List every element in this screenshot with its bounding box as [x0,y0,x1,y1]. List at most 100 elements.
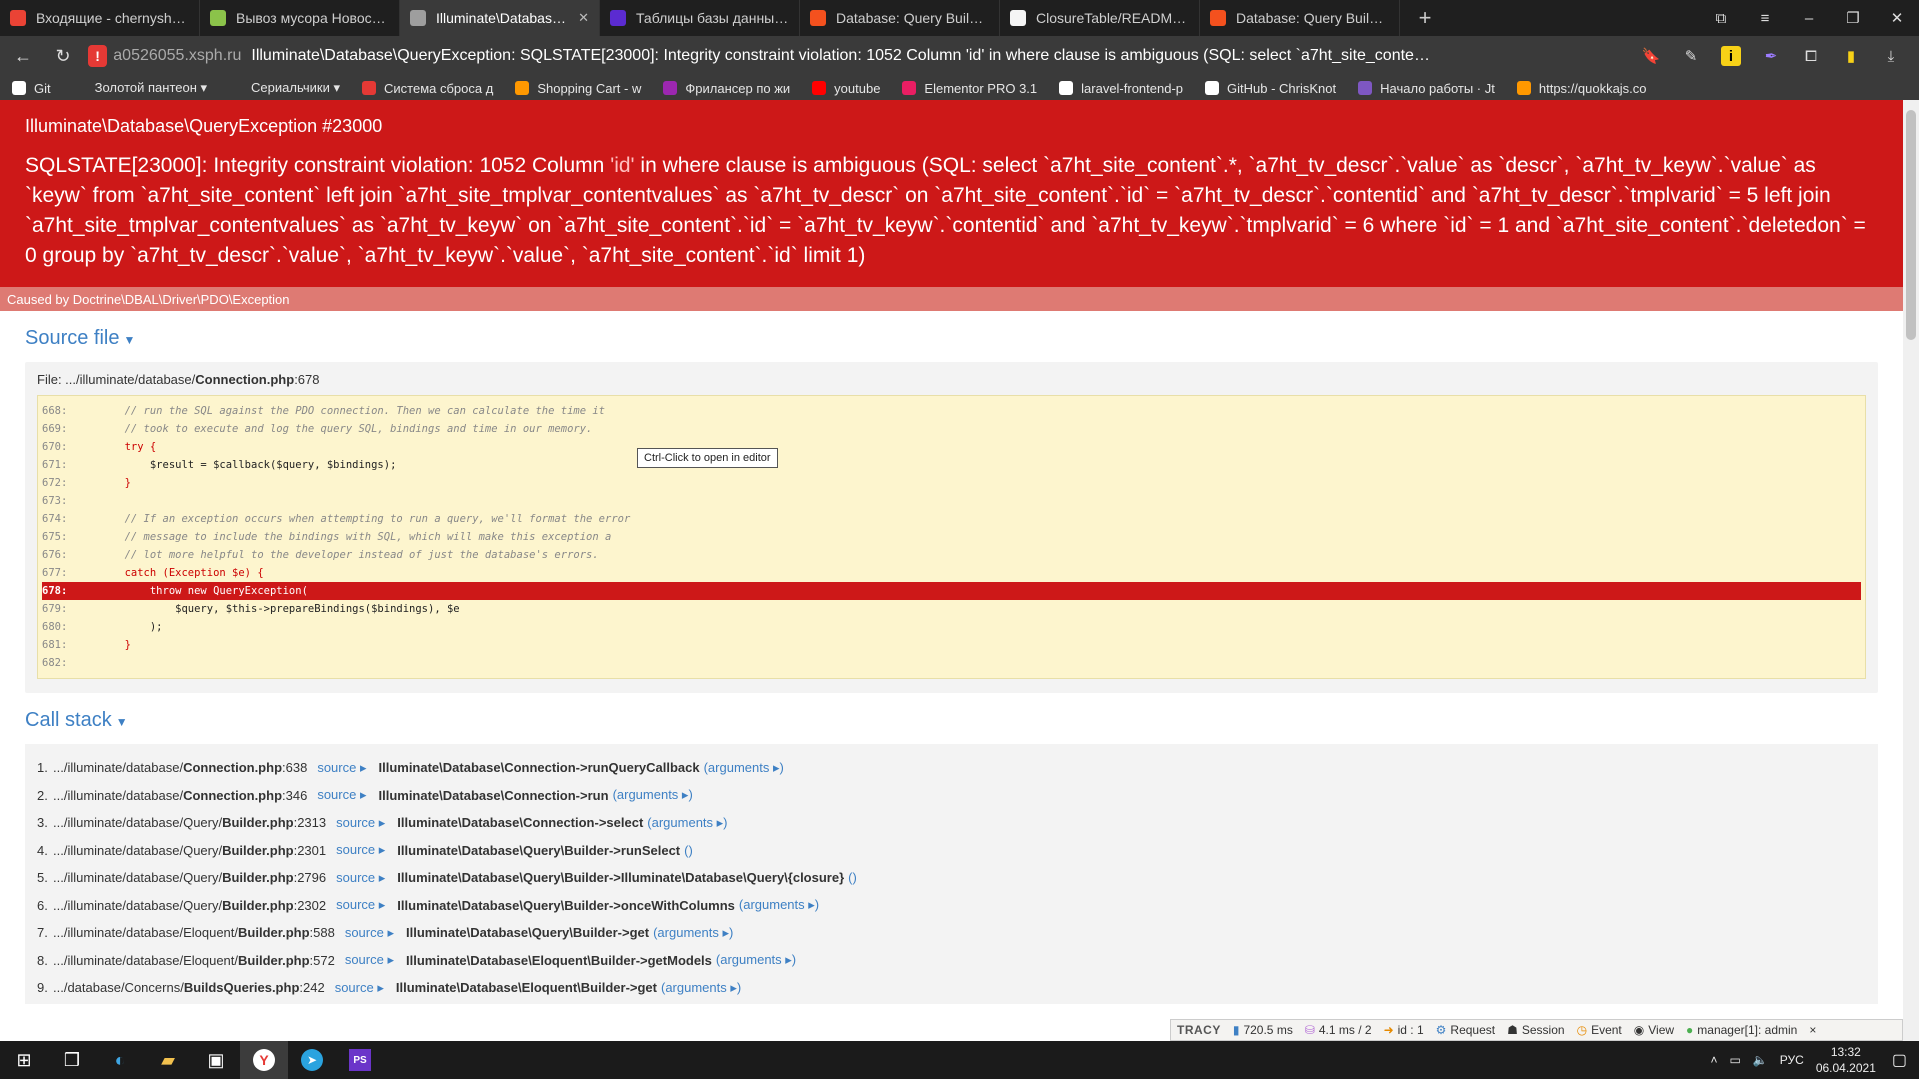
bookmark-item[interactable]: Elementor PRO 3.1 [902,81,1037,96]
extension-note-icon[interactable]: ▮ [1841,46,1861,66]
new-tab-button[interactable]: + [1408,1,1442,35]
file-explorer-icon[interactable]: ▰ [144,1041,192,1079]
scrollbar-thumb[interactable] [1906,110,1916,340]
bookmark-item[interactable]: GitHub - ChrisKnot [1205,81,1336,96]
frame-source-toggle[interactable]: source ▸ [336,870,385,886]
frame-file-path[interactable]: .../illuminate/database/Query/Builder.ph… [53,898,326,913]
yandex-browser-icon[interactable]: Y [240,1041,288,1079]
page-scrollbar[interactable] [1903,100,1919,1041]
source-file-path[interactable]: File: .../illuminate/database/Connection… [37,372,1866,387]
insecure-warning-icon[interactable]: ! [88,45,108,67]
frame-arguments-toggle[interactable]: () [684,843,693,858]
line-number: 680: [42,621,68,633]
extension-pen-icon[interactable]: ✎ [1681,46,1701,66]
frame-source-toggle[interactable]: source ▸ [336,815,385,831]
tracy-session-panel[interactable]: ☗ Session [1507,1023,1564,1037]
tracy-close-button[interactable]: × [1809,1023,1816,1037]
frame-arguments-toggle[interactable]: () [848,870,857,885]
bookmark-item[interactable]: Сериальчики ▾ [229,80,340,96]
volume-icon[interactable]: 🔈 [1753,1053,1768,1067]
task-view-icon[interactable]: ❒ [48,1041,96,1079]
extension-feather-icon[interactable]: ✒ [1761,46,1781,66]
frame-file-path[interactable]: .../illuminate/database/Connection.php:3… [53,788,307,803]
extension-puzzle-icon[interactable]: ⧠ [1801,46,1821,66]
browser-tab[interactable]: Database: Query Builder - [800,0,1000,36]
frame-arguments-toggle[interactable]: (arguments ▸) [647,815,727,831]
tab-label: Illuminate\Database\Q [436,10,573,26]
browser-tab[interactable]: ClosureTable/README.md [1000,0,1200,36]
telegram-icon[interactable]: ➤ [288,1041,336,1079]
bookmark-item[interactable]: Git [12,81,51,96]
frame-arguments-toggle[interactable]: (arguments ▸) [739,897,819,913]
frame-arguments-toggle[interactable]: (arguments ▸) [653,925,733,941]
browser-tab[interactable]: Database: Query Builder - [1200,0,1400,36]
frame-file-path[interactable]: .../illuminate/database/Query/Builder.ph… [53,815,326,830]
frame-dir: .../illuminate/database/Query/ [53,897,223,913]
frame-file-path[interactable]: .../illuminate/database/Eloquent/Builder… [53,925,335,940]
frame-source-toggle[interactable]: source ▸ [335,980,384,996]
bookmark-item[interactable]: youtube [812,81,880,96]
edge-icon[interactable]: ◐ [96,1041,144,1079]
tracy-user-panel[interactable]: ● manager[1]: admin [1686,1023,1797,1037]
frame-source-toggle[interactable]: source ▸ [317,760,366,776]
language-indicator[interactable]: РУС [1780,1053,1804,1067]
browser-tab[interactable]: Входящие - chernyshovm [0,0,200,36]
browser-tab[interactable]: Таблицы базы данных (а [600,0,800,36]
url-field[interactable]: ! a0526055.xsph.ru Illuminate\Database\Q… [88,41,1438,71]
source-code-block[interactable]: 668: // run the SQL against the PDO conn… [37,395,1866,679]
tracy-event-panel[interactable]: ◷ Event [1577,1023,1622,1037]
bookmark-item[interactable]: Начало работы · Jt [1358,81,1495,96]
frame-source-toggle[interactable]: source ▸ [317,787,366,803]
chevron-up-icon[interactable]: ˄ [1710,1053,1717,1067]
downloads-icon[interactable]: ⤓ [1881,46,1901,66]
frame-source-toggle[interactable]: source ▸ [345,952,394,968]
tracy-view-panel[interactable]: ◉ View [1634,1023,1674,1037]
frame-arguments-toggle[interactable]: (arguments ▸) [704,760,784,776]
frame-file-path[interactable]: .../illuminate/database/Query/Builder.ph… [53,843,326,858]
bookmark-item[interactable]: Shopping Cart - w [515,81,641,96]
frame-file-path[interactable]: .../illuminate/database/Connection.php:6… [53,760,307,775]
bookmark-item[interactable]: laravel-frontend-p [1059,81,1183,96]
tracy-time-panel[interactable]: ▮ 720.5 ms [1233,1023,1293,1037]
browser-tab[interactable]: Illuminate\Database\Q ✕ [400,0,600,36]
tracy-request-panel[interactable]: ⚙ Request [1436,1023,1495,1037]
frame-source-toggle[interactable]: source ▸ [345,925,394,941]
frame-file-path[interactable]: .../database/Concerns/BuildsQueries.php:… [53,980,325,995]
menu-icon[interactable]: ≡ [1743,0,1787,36]
restore-button[interactable]: ❐ [1831,0,1875,36]
tab-search-icon[interactable]: ⧉ [1699,0,1743,36]
extension-i-icon[interactable]: i [1721,46,1741,66]
frame-file-path[interactable]: .../illuminate/database/Eloquent/Builder… [53,953,335,968]
caused-by-link[interactable]: Caused by Doctrine\DBAL\Driver\PDO\Excep… [0,287,1903,311]
close-window-button[interactable]: ✕ [1875,0,1919,36]
tracy-db-panel[interactable]: ⛁ 4.1 ms / 2 [1305,1023,1372,1037]
source-file-toggle[interactable]: Source file ▼ [25,327,1878,350]
frame-arguments-toggle[interactable]: (arguments ▸) [716,952,796,968]
frame-source-toggle[interactable]: source ▸ [336,897,385,913]
browser-tab[interactable]: Вывоз мусора Новосиби [200,0,400,36]
bookmark-item[interactable]: Система сброса д [362,81,493,96]
frame-file-path[interactable]: .../illuminate/database/Query/Builder.ph… [53,870,326,885]
tracy-route-panel[interactable]: ➜ id : 1 [1384,1023,1424,1037]
bookmark-item[interactable]: Фрилансер по жи [663,81,790,96]
tracy-logo[interactable]: TRACY [1177,1023,1221,1037]
minimize-button[interactable]: – [1787,0,1831,36]
frame-arguments-toggle[interactable]: (arguments ▸) [613,787,693,803]
call-stack-toggle[interactable]: Call stack ▼ [25,709,1878,732]
bookmark-icon[interactable]: 🔖 [1641,46,1661,66]
bookmark-item[interactable]: https://quokkajs.co [1516,81,1647,96]
notifications-icon[interactable]: ▢ [1892,1050,1907,1070]
code-line: 672: } [42,474,1861,492]
bookmark-item[interactable]: Золотой пантеон ▾ [72,80,207,96]
frame-source-toggle[interactable]: source ▸ [336,842,385,858]
frame-arguments-toggle[interactable]: (arguments ▸) [661,980,741,996]
clock[interactable]: 13:32 06.04.2021 [1816,1044,1876,1076]
start-button[interactable]: ⊞ [0,1041,48,1079]
network-icon[interactable]: ▭ [1729,1053,1740,1067]
phpstorm-icon[interactable]: PS [336,1041,384,1079]
tab-close-icon[interactable]: ✕ [578,10,589,26]
call-stack-panel: 1. .../illuminate/database/Connection.php… [25,744,1878,1004]
reload-button[interactable]: ↻ [46,39,80,73]
back-button[interactable]: ← [6,39,40,73]
store-icon[interactable]: ▣ [192,1041,240,1079]
